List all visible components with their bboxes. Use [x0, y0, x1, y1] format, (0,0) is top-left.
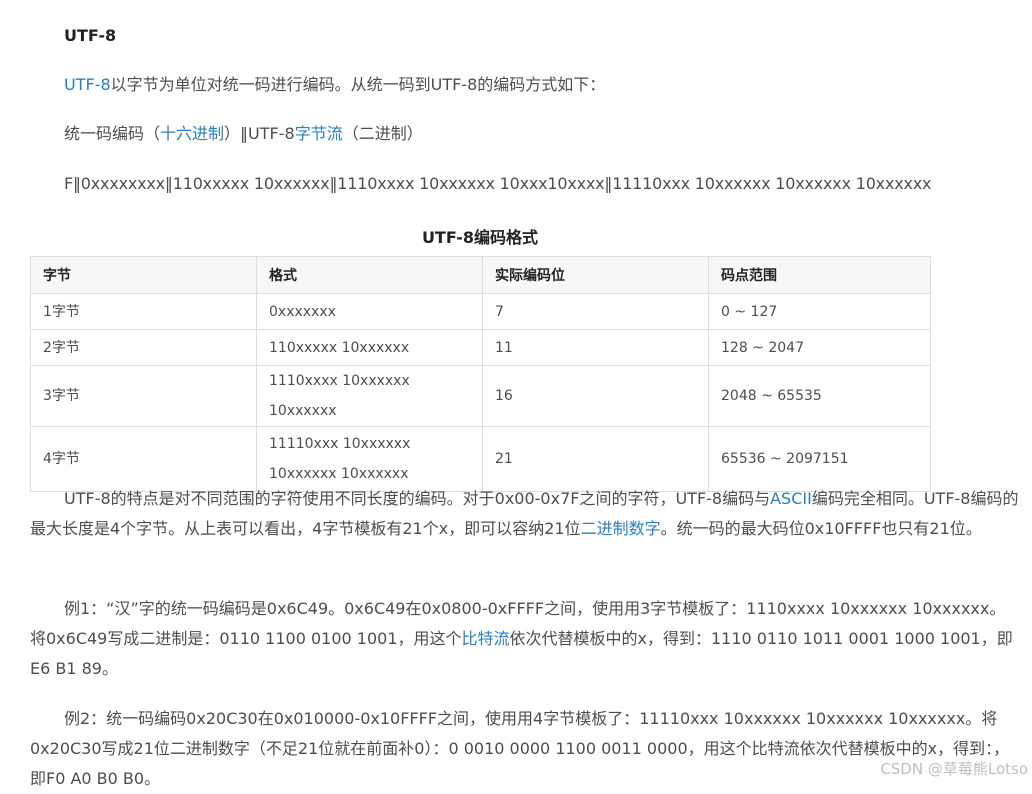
section-heading: UTF-8	[64, 26, 117, 45]
ascii-link[interactable]: ASCII	[770, 489, 812, 508]
bitstream-link[interactable]: 比特流	[462, 629, 510, 648]
cell-format: 11110xxx 10xxxxxx 10xxxxxx 10xxxxxx	[256, 426, 483, 492]
hex-link[interactable]: 十六进制	[160, 124, 224, 143]
intro-text: 以字节为单位对统一码进行编码。从统一码到UTF-8的编码方式如下：	[110, 75, 606, 94]
cell-range: 65536 ~ 2097151	[708, 426, 931, 492]
cell-bits: 7	[482, 293, 709, 330]
cell-bits: 16	[482, 365, 709, 427]
cell-range: 0 ~ 127	[708, 293, 931, 330]
cell-range: 2048 ~ 65535	[708, 365, 931, 427]
mapping-line: 统一码编码（十六进制）‖UTF-8字节流（二进制）	[64, 119, 423, 149]
cell-format: 0xxxxxxx	[256, 293, 483, 330]
cell-bytes: 4字节	[30, 426, 257, 492]
paragraph-example-2: 例2：统一码编码0x20C30在0x010000-0x10FFFF之间，使用用4…	[30, 709, 1010, 788]
table-header-row: 字节 格式 实际编码位 码点范围	[30, 256, 931, 294]
utf8-link[interactable]: UTF-8	[64, 75, 111, 94]
cell-bits: 11	[482, 329, 709, 366]
mapping-mid: ）‖UTF-8	[224, 124, 295, 143]
header-format: 格式	[256, 256, 483, 294]
format-line: F‖0xxxxxxxx‖110xxxxx 10xxxxxx‖1110xxxx 1…	[64, 174, 932, 193]
binary-digits-link[interactable]: 二进制数字	[581, 519, 661, 538]
cell-bytes: 3字节	[30, 365, 257, 427]
header-bytes: 字节	[30, 256, 257, 294]
intro-paragraph: UTF-8以字节为单位对统一码进行编码。从统一码到UTF-8的编码方式如下：	[64, 70, 605, 100]
cell-bytes: 2字节	[30, 329, 257, 366]
mapping-post: （二进制）	[342, 124, 423, 143]
cell-bytes: 1字节	[30, 293, 257, 330]
header-bits: 实际编码位	[482, 256, 709, 294]
table-row: 2字节 110xxxxx 10xxxxxx 11 128 ~ 2047	[30, 329, 931, 366]
paragraph-example-1: 例1：“汉”字的统一码编码是0x6C49。0x6C49在0x0800-0xFFF…	[30, 594, 1020, 684]
csdn-watermark: CSDN @草莓熊Lotso	[880, 760, 1028, 778]
cell-format: 110xxxxx 10xxxxxx	[256, 329, 483, 366]
table-row: 3字节 1110xxxx 10xxxxxx 10xxxxxx 16 2048 ~…	[30, 365, 931, 427]
header-range: 码点范围	[708, 256, 931, 294]
cell-format: 1110xxxx 10xxxxxx 10xxxxxx	[256, 365, 483, 427]
table-row: 1字节 0xxxxxxx 7 0 ~ 127	[30, 293, 931, 330]
byte-stream-link[interactable]: 字节流	[295, 124, 343, 143]
utf8-format-table: 字节 格式 实际编码位 码点范围 1字节 0xxxxxxx 7 0 ~ 127 …	[30, 256, 931, 492]
mapping-pre: 统一码编码（	[64, 124, 161, 143]
paragraph-features: UTF-8的特点是对不同范围的字符使用不同长度的编码。对于0x00-0x7F之间…	[30, 484, 1020, 544]
table-caption: UTF-8编码格式	[421, 228, 539, 247]
para1-text-1: UTF-8的特点是对不同范围的字符使用不同长度的编码。对于0x00-0x7F之间…	[64, 489, 771, 508]
cell-bits: 21	[482, 426, 709, 492]
table-row: 4字节 11110xxx 10xxxxxx 10xxxxxx 10xxxxxx …	[30, 426, 931, 492]
cell-range: 128 ~ 2047	[708, 329, 931, 366]
para1-text-3: 。统一码的最大码位0x10FFFF也只有21位。	[660, 519, 982, 538]
